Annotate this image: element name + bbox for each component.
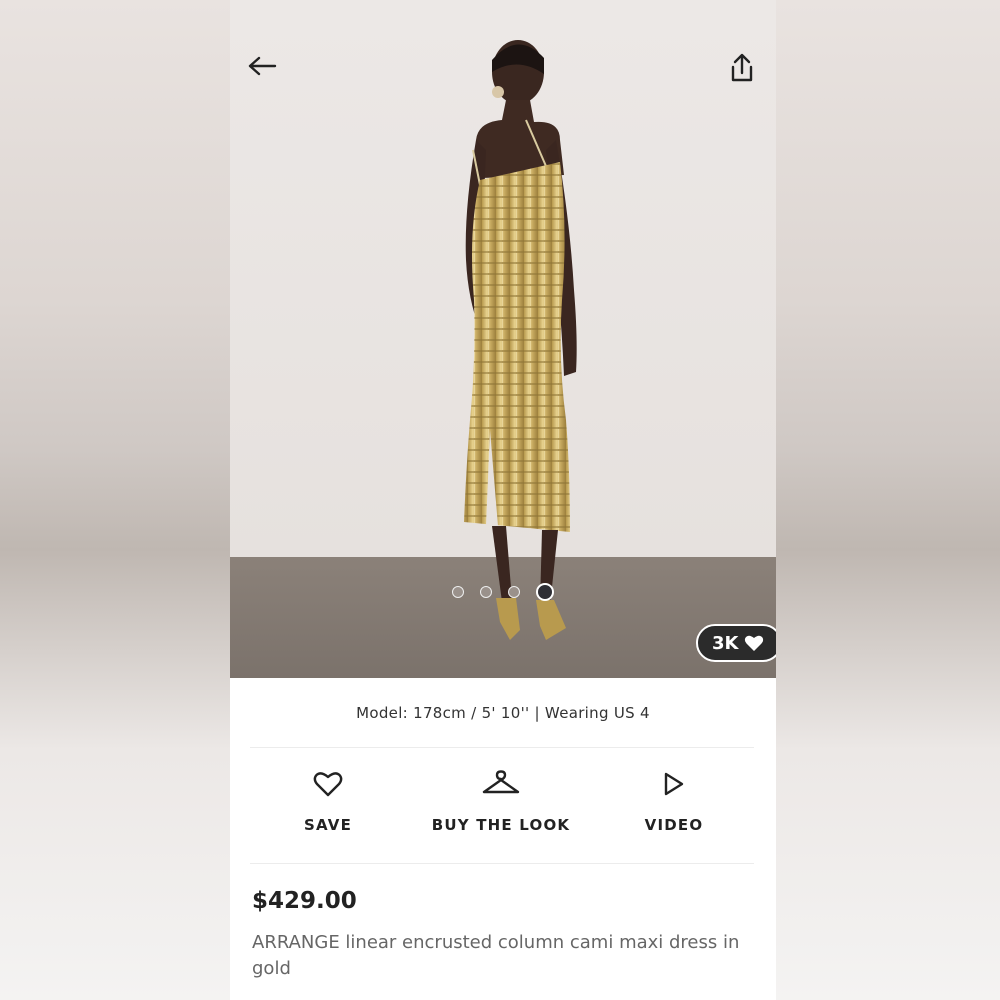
- model-size-info: Model: 178cm / 5' 10'' | Wearing US 4: [356, 704, 650, 722]
- divider: [250, 747, 754, 748]
- product-page: 3K Model: 178cm / 5' 10'' | Wearing US 4…: [230, 0, 776, 1000]
- product-image[interactable]: 3K: [230, 0, 776, 678]
- carousel-dot[interactable]: [480, 586, 492, 598]
- play-icon: [664, 772, 684, 796]
- product-price: $429.00: [252, 888, 357, 914]
- back-arrow-icon[interactable]: [242, 46, 282, 86]
- carousel-dot[interactable]: [452, 586, 464, 598]
- background-left: [0, 0, 230, 1000]
- carousel-dots: [452, 583, 554, 601]
- likes-badge[interactable]: 3K: [696, 624, 776, 662]
- likes-count: 3K: [712, 632, 739, 654]
- model-photo: [464, 40, 577, 640]
- video-label: VIDEO: [644, 816, 704, 834]
- save-label: SAVE: [303, 816, 353, 834]
- hanger-icon: [482, 770, 520, 794]
- buy-the-look-label: BUY THE LOOK: [431, 816, 571, 834]
- carousel-dot-active[interactable]: [536, 583, 554, 601]
- save-button[interactable]: SAVE: [238, 770, 418, 834]
- video-button[interactable]: VIDEO: [584, 770, 764, 834]
- product-title: ARRANGE linear encrusted column cami max…: [252, 932, 740, 979]
- carousel-dot[interactable]: [508, 586, 520, 598]
- share-icon[interactable]: [722, 48, 762, 88]
- heart-icon: [313, 772, 343, 797]
- background-right: [776, 0, 1000, 1000]
- divider: [250, 863, 754, 864]
- action-bar: SAVE BUY THE LOOK VIDEO: [230, 770, 776, 850]
- heart-icon: [745, 635, 764, 651]
- buy-the-look-button[interactable]: BUY THE LOOK: [411, 770, 591, 834]
